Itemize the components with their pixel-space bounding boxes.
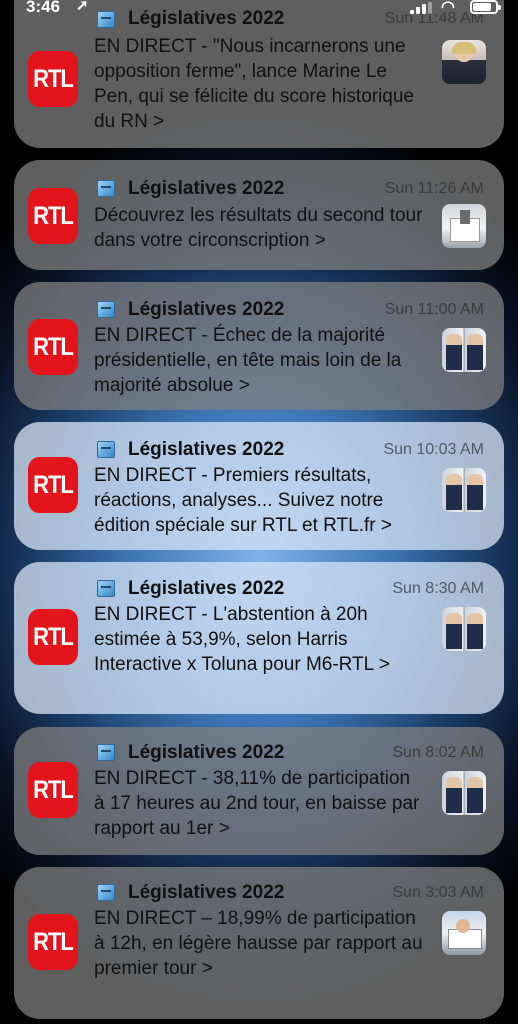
notification-thumbnail: [442, 607, 486, 651]
status-bar: 3:46 ➚ ◠: [0, 0, 518, 20]
notification-card[interactable]: RTL Législatives 2022 Sun 11:00 AM EN DI…: [14, 282, 504, 410]
ballot-box-icon: [94, 438, 118, 460]
notification-thumbnail: [442, 911, 486, 955]
notification-title: Législatives 2022: [128, 178, 285, 199]
cellular-signal-icon: [410, 2, 434, 14]
notification-body: EN DIRECT - "Nous incarnerons une opposi…: [94, 36, 415, 132]
notification-thumbnail: [442, 40, 486, 84]
notification-card[interactable]: RTL Législatives 2022 Sun 11:48 AM EN DI…: [14, 0, 504, 148]
notification-title: Législatives 2022: [128, 742, 285, 763]
ballot-box-icon: [94, 177, 118, 199]
notification-card[interactable]: RTL Législatives 2022 Sun 8:02 AM EN DIR…: [14, 727, 504, 855]
rtl-logo-icon: RTL: [28, 51, 78, 107]
rtl-logo-icon: RTL: [28, 609, 78, 665]
notification-time: Sun 8:30 AM: [392, 580, 484, 597]
rtl-logo-icon: RTL: [28, 319, 78, 375]
notification-time: Sun 11:26 AM: [384, 180, 484, 197]
ballot-box-icon: [94, 881, 118, 903]
notification-title: Législatives 2022: [128, 299, 285, 320]
rtl-logo-icon: RTL: [28, 762, 78, 818]
notification-body: EN DIRECT – 18,99% de participation à 12…: [94, 908, 423, 979]
notification-thumbnail: [442, 204, 486, 248]
location-arrow-icon: ➚: [76, 0, 89, 14]
wifi-icon: ◠: [441, 0, 455, 16]
notification-title: Législatives 2022: [128, 439, 285, 460]
notification-body: EN DIRECT - Premiers résultats, réaction…: [94, 465, 392, 536]
notification-card[interactable]: RTL Législatives 2022 Sun 11:26 AM Décou…: [14, 160, 504, 270]
ballot-box-icon: [94, 577, 118, 599]
notification-thumbnail: [442, 771, 486, 815]
notification-thumbnail: [442, 328, 486, 372]
notification-title: Législatives 2022: [128, 882, 285, 903]
notification-title: Législatives 2022: [128, 578, 285, 599]
notification-time: Sun 8:02 AM: [392, 744, 484, 761]
notification-time: Sun 10:03 AM: [383, 441, 484, 458]
ballot-box-icon: [94, 741, 118, 763]
notification-card[interactable]: RTL Législatives 2022 Sun 3:03 AM EN DIR…: [14, 867, 504, 1019]
rtl-logo-icon: RTL: [28, 914, 78, 970]
notification-card[interactable]: RTL Législatives 2022 Sun 8:30 AM EN DIR…: [14, 562, 504, 714]
notification-body: EN DIRECT - L'abstention à 20h estimée à…: [94, 604, 390, 675]
status-time: 3:46: [26, 0, 61, 16]
notification-time: Sun 3:03 AM: [392, 884, 484, 901]
battery-icon: [470, 0, 501, 14]
rtl-logo-icon: RTL: [28, 188, 78, 244]
notification-body: Découvrez les résultats du second tour d…: [94, 205, 423, 251]
ballot-box-icon: [94, 298, 118, 320]
rtl-logo-icon: RTL: [28, 457, 78, 513]
notification-body: EN DIRECT - Échec de la majorité préside…: [94, 325, 402, 396]
notification-thumbnail: [442, 468, 486, 512]
notification-card[interactable]: RTL Législatives 2022 Sun 10:03 AM EN DI…: [14, 422, 504, 550]
notification-time: Sun 11:00 AM: [384, 301, 484, 318]
notification-body: EN DIRECT - 38,11% de participation à 17…: [94, 768, 420, 839]
